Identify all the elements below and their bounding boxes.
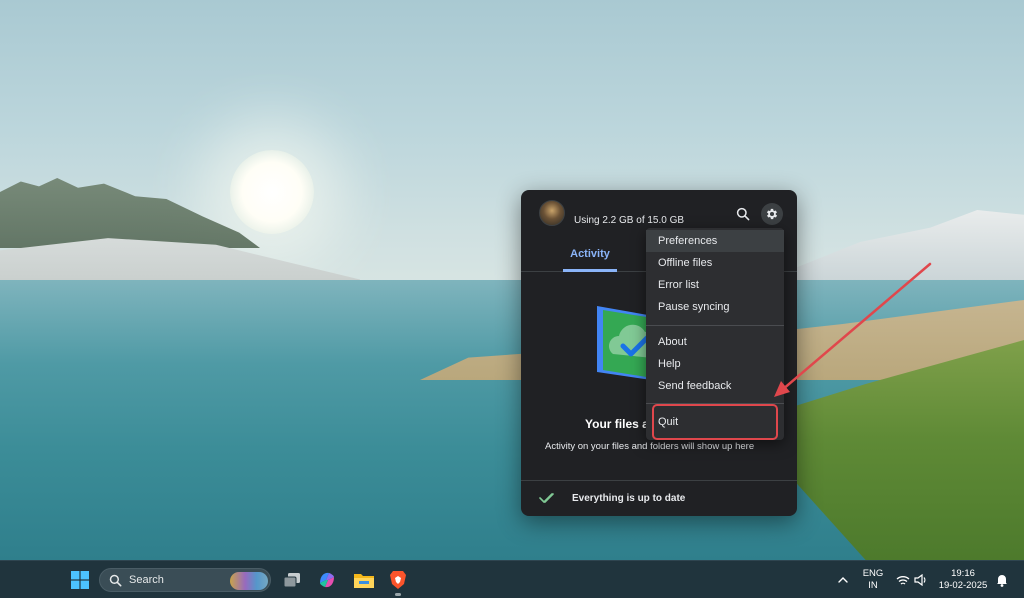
windows-start-icon (71, 571, 89, 589)
search-highlight-icon (230, 572, 268, 590)
status-title: Your files a (585, 417, 649, 431)
storage-usage: Using 2.2 GB of 15.0 GB (574, 215, 685, 226)
language-code: ENG (862, 568, 884, 579)
start-button[interactable] (66, 561, 94, 598)
task-view-button[interactable] (281, 561, 303, 598)
task-view-icon (283, 573, 300, 588)
language-indicator[interactable]: ENG IN (858, 568, 888, 592)
notifications-button[interactable] (995, 561, 1009, 598)
taskbar: Search ENG IN 19:16 19-02-2025 (0, 560, 1024, 598)
double-check-icon (539, 493, 554, 503)
search-icon (736, 207, 750, 221)
show-hidden-icons-button[interactable] (836, 561, 850, 598)
search-label: Search (129, 574, 164, 586)
desktop-wallpaper (0, 0, 1024, 560)
menu-item-send-feedback[interactable]: Send feedback (646, 375, 784, 397)
taskbar-search[interactable]: Search (99, 568, 271, 592)
search-button[interactable] (732, 203, 754, 225)
active-app-indicator (395, 593, 401, 596)
chevron-up-icon (838, 577, 848, 583)
copilot-button[interactable] (316, 561, 338, 598)
copilot-icon (320, 572, 334, 588)
menu-separator (646, 325, 784, 326)
wifi-icon (896, 575, 910, 585)
status-description: Activity on your files and folders will … (545, 441, 755, 452)
popup-footer: Everything is up to date (521, 480, 797, 516)
gear-icon (766, 208, 778, 220)
wifi-button[interactable] (895, 561, 911, 598)
clock-date: 19-02-2025 (938, 580, 988, 591)
volume-button[interactable] (913, 561, 929, 598)
settings-button[interactable] (761, 203, 783, 225)
volume-icon (914, 574, 926, 586)
taskbar-clock[interactable]: 19:16 19-02-2025 (934, 568, 992, 592)
menu-item-about[interactable]: About (646, 331, 784, 353)
wallpaper-sun (230, 150, 314, 234)
quit-highlight-box (652, 404, 778, 440)
region-code: IN (868, 580, 878, 591)
clock-time: 19:16 (951, 568, 975, 579)
menu-item-preferences[interactable]: Preferences (646, 230, 784, 252)
avatar[interactable] (539, 200, 565, 226)
file-explorer-icon (354, 574, 374, 588)
search-icon (109, 574, 122, 587)
menu-item-pause-syncing[interactable]: Pause syncing (646, 296, 784, 318)
menu-item-error-list[interactable]: Error list (646, 274, 784, 296)
file-explorer-button[interactable] (352, 561, 376, 598)
menu-item-offline-files[interactable]: Offline files (646, 252, 784, 274)
sync-status: Everything is up to date (572, 493, 686, 504)
brave-browser-icon (390, 571, 406, 589)
notification-bell-icon (997, 574, 1007, 587)
menu-item-help[interactable]: Help (646, 353, 784, 375)
tab-activity[interactable]: Activity (563, 238, 617, 272)
